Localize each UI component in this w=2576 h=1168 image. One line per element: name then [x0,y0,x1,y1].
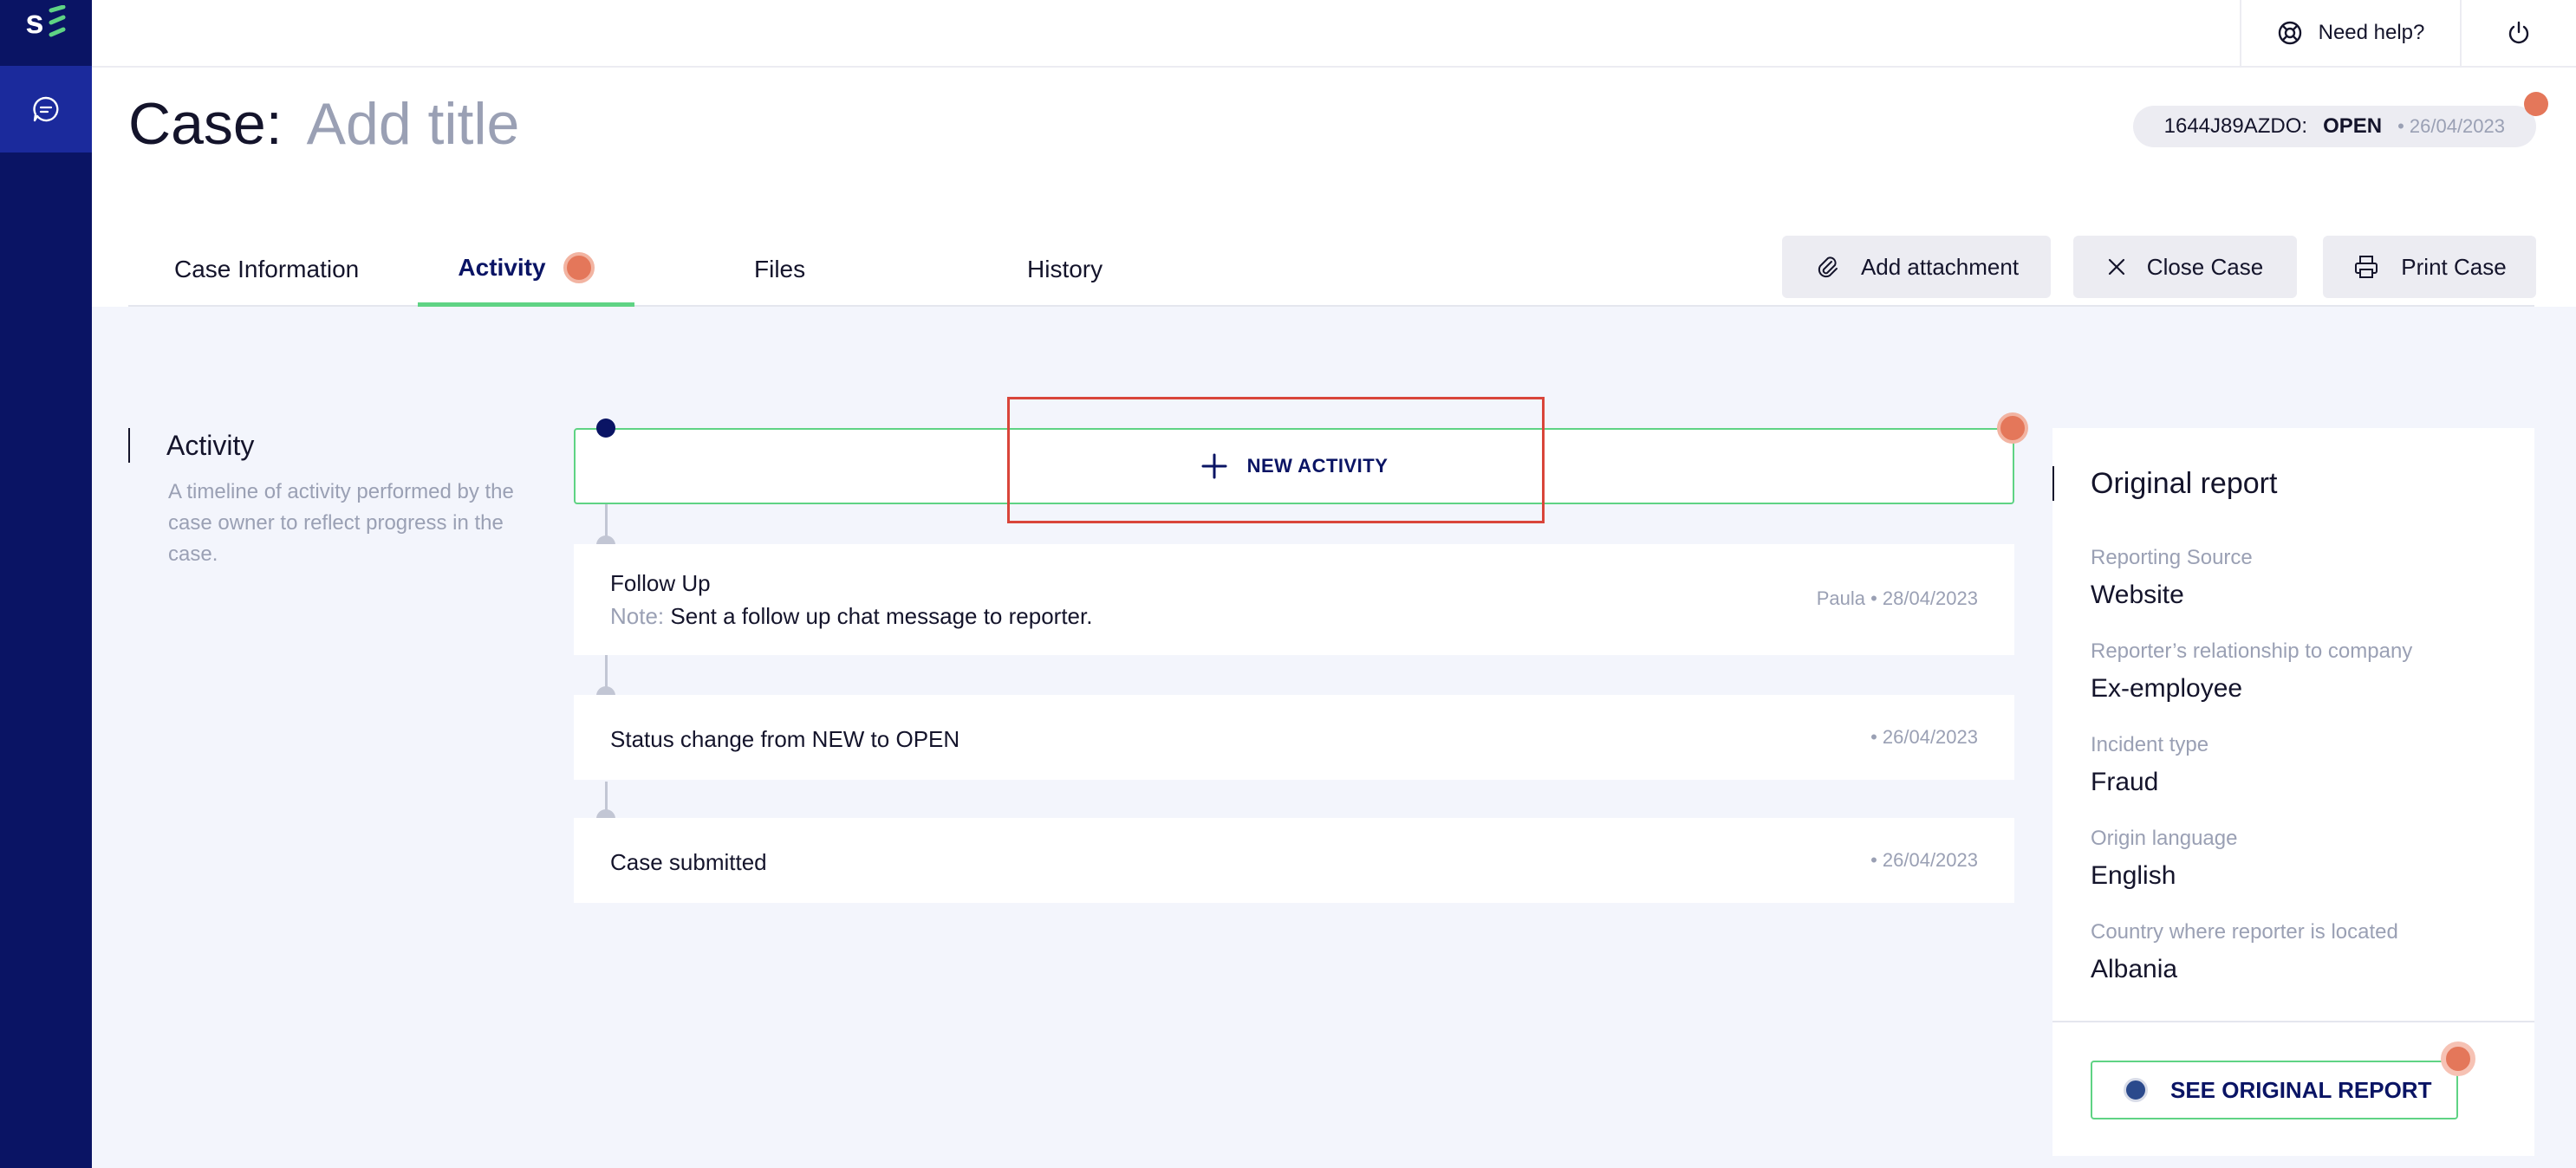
divider [2052,1021,2534,1022]
case-status-badge: 1644J89AZDO: OPEN • 26/04/2023 [2132,106,2536,147]
need-help-label: Need help? [2318,21,2425,44]
tab-activity[interactable]: Activity [418,232,634,307]
logout-button[interactable] [2460,0,2576,66]
note-label: Note: [610,603,665,629]
tab-badge [563,251,595,283]
activity-title: Follow Up [610,570,711,596]
timeline-card[interactable]: Status change from NEW to OPEN • 26/04/2… [574,695,2014,780]
notification-dot [1997,412,2028,444]
activity-section-heading: Activity [128,428,254,463]
tab-label: Case Information [174,256,360,282]
original-report-heading: Original report [2052,466,2277,501]
print-case-label: Print Case [2401,253,2507,280]
close-case-button[interactable]: Close Case [2073,236,2297,298]
case-title-label: Case: [128,91,283,157]
close-case-label: Close Case [2146,253,2264,280]
field-value: Albania [2091,955,2178,983]
chat-bubble-icon [33,96,59,122]
selection-highlight [1007,397,1545,523]
tab-label: History [1027,256,1103,282]
field-label: Reporter’s relationship to company [2091,639,2413,663]
logo-mark-icon [49,5,66,37]
field-label: Country where reporter is located [2091,920,2398,944]
field-label: Reporting Source [2091,546,2253,569]
timeline-card[interactable]: Case submitted • 26/04/2023 [574,818,2014,903]
logo-letter: s [25,3,44,41]
note-text: Sent a follow up chat message to reporte… [670,603,1093,629]
field-value: Website [2091,581,2184,609]
activity-note: Note: Sent a follow up chat message to r… [610,603,1092,630]
original-report-panel: Original report Reporting Source Website… [2052,428,2534,1156]
activity-title: Status change from NEW to OPEN [610,726,960,752]
field-value: Fraud [2091,768,2159,796]
activity-meta: • 26/04/2023 [1870,726,1978,748]
case-status: OPEN [2323,114,2383,138]
tab-label: Files [754,256,806,282]
field-label: Origin language [2091,827,2238,850]
paperclip-icon [1818,256,1838,278]
field-value: Ex-employee [2091,674,2243,703]
need-help-button[interactable]: Need help? [2240,0,2460,66]
activity-meta: • 26/04/2023 [1870,849,1978,871]
activity-section-description: A timeline of activity performed by the … [168,480,514,566]
tab-case-information[interactable]: Case Information [174,232,359,307]
tab-history[interactable]: History [1027,232,1103,307]
timeline-dot-active [596,419,615,438]
close-icon [2108,258,2124,276]
case-date: • 26/04/2023 [2397,115,2505,137]
page-title: Case: Add title [128,90,519,158]
printer-icon [2355,256,2378,278]
add-attachment-label: Add attachment [1860,253,2020,280]
timeline-card[interactable]: Follow Up Note: Sent a follow up chat me… [574,544,2014,655]
power-icon [2508,21,2529,44]
sidebar: s [0,0,92,1168]
activity-meta: Paula • 28/04/2023 [1816,587,1978,609]
case-title-input[interactable]: Add title [307,90,520,158]
lifebuoy-icon [2278,21,2301,45]
tab-files[interactable]: Files [754,232,805,307]
activity-title: Case submitted [610,849,767,875]
see-original-report-button[interactable]: SEE ORIGINAL REPORT [2091,1061,2458,1119]
top-bar: Need help? [92,0,2576,68]
field-label: Incident type [2091,733,2209,756]
field-value: English [2091,861,2176,890]
add-attachment-button[interactable]: Add attachment [1782,236,2051,298]
print-case-button[interactable]: Print Case [2323,236,2536,298]
case-id: 1644J89AZDO: [2163,114,2308,138]
sidebar-item-messages[interactable] [0,66,92,152]
app-logo[interactable]: s [0,0,92,45]
tab-label: Activity [458,253,546,281]
see-original-report-label: SEE ORIGINAL REPORT [2170,1076,2432,1103]
notification-dot [2524,92,2548,116]
notification-dot [2441,1041,2475,1076]
avatar [2124,1078,2148,1102]
